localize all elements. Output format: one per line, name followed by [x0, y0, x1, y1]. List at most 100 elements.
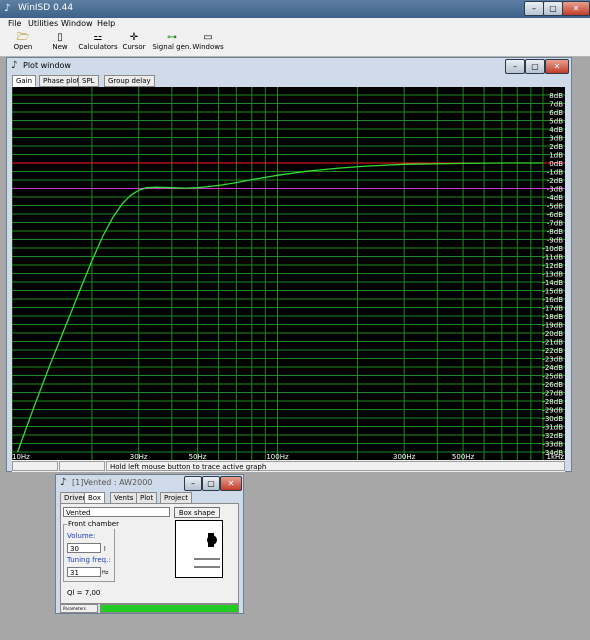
y-tick-label: -13dB — [542, 271, 563, 279]
status-message: Hold left mouse button to trace active g… — [106, 461, 565, 471]
minimize-button[interactable]: – — [524, 1, 544, 16]
tuning-freq-label: Tuning freq.: — [67, 556, 111, 564]
plot-window-title: Plot window — [23, 61, 71, 70]
y-tick-label: -23dB — [542, 356, 563, 364]
y-tick-label: -16dB — [542, 296, 563, 304]
box-preview — [175, 520, 223, 578]
new-button[interactable]: ▯ New — [40, 32, 80, 52]
parameters-status: Parameters — [60, 604, 98, 613]
new-label: New — [52, 43, 68, 51]
tuning-freq-unit: Hz — [102, 570, 109, 576]
windows-label: Windows — [192, 43, 224, 51]
tab-gain[interactable]: Gain — [12, 75, 37, 87]
menu-file[interactable]: File — [8, 19, 21, 28]
vented-close-button[interactable]: ✕ — [220, 476, 242, 491]
folder-open-icon: 🗁 — [16, 32, 30, 43]
tab-phase-plot[interactable]: Phase plot — [39, 75, 84, 87]
plot-window: ♪ Plot window – ▢ ✕ Gain Phase plot SPL … — [6, 57, 572, 472]
box-tab-panel: Vented Box shape Front chamber Volume: 3… — [60, 503, 239, 604]
y-tick-label: -8dB — [547, 228, 563, 236]
open-button[interactable]: 🗁 Open — [3, 32, 43, 52]
signal-gen-button[interactable]: ⊶ Signal gen. — [151, 32, 193, 52]
calculators-label: Calculators — [78, 43, 118, 51]
gain-chart[interactable]: 8dB7dB6dB5dB4dB3dB2dB1dB0dB-1dB-2dB-3dB-… — [11, 87, 565, 461]
vented-window-titlebar: ♪ [1]Vented : AW2000 – ▢ ✕ — [56, 475, 243, 491]
tab-group-delay[interactable]: Group delay — [104, 75, 155, 87]
vented-window-icon: ♪ — [60, 477, 67, 488]
vented-maximize-button[interactable]: ▢ — [202, 476, 220, 491]
menu-utilities[interactable]: Utilities — [28, 19, 58, 28]
y-tick-label: -22dB — [542, 347, 563, 355]
y-tick-label: -17dB — [542, 305, 563, 313]
y-tick-label: -30dB — [542, 415, 563, 423]
y-tick-label: 2dB — [549, 143, 563, 151]
menu-bar: File Utilities Window Help — [0, 18, 590, 30]
menu-window[interactable]: Window — [61, 19, 93, 28]
y-tick-label: 7dB — [549, 101, 563, 109]
windows-icon: ▭ — [203, 32, 213, 43]
y-tick-label: 5dB — [549, 118, 563, 126]
maximize-button[interactable]: ▢ — [543, 1, 563, 16]
plot-minimize-button[interactable]: – — [505, 59, 525, 74]
y-tick-label: -3dB — [547, 186, 563, 194]
vented-status-bar: Parameters — [60, 604, 239, 613]
y-tick-label: -28dB — [542, 398, 563, 406]
y-tick-label: -2dB — [547, 177, 563, 185]
tuning-freq-input[interactable]: 31 — [67, 567, 101, 577]
signal-gen-label: Signal gen. — [152, 43, 192, 51]
windows-button[interactable]: ▭ Windows — [188, 32, 228, 52]
plot-maximize-button[interactable]: ▢ — [525, 59, 545, 74]
y-tick-label: -5dB — [547, 203, 563, 211]
y-tick-label: -19dB — [542, 322, 563, 330]
plot-window-titlebar: ♪ Plot window – ▢ ✕ — [7, 58, 571, 74]
crosshair-icon: ✛ — [129, 32, 139, 43]
y-tick-label: -32dB — [542, 432, 563, 440]
app-titlebar: ♪ WinISD 0.44 – ▢ ✕ — [0, 0, 590, 18]
y-tick-label: 1dB — [549, 152, 563, 160]
ql-readout: Ql = 7,00 — [67, 589, 101, 597]
plot-close-button[interactable]: ✕ — [545, 59, 569, 74]
box-shape-button[interactable]: Box shape — [174, 507, 220, 518]
app-icon: ♪ — [4, 3, 11, 14]
y-tick-label: -9dB — [547, 237, 563, 245]
calculators-button[interactable]: ⚍ Calculators — [77, 32, 119, 52]
y-tick-label: -7dB — [547, 220, 563, 228]
vented-box-window: ♪ [1]Vented : AW2000 – ▢ ✕ Driver Box Ve… — [55, 474, 244, 614]
y-tick-label: -11dB — [542, 254, 563, 262]
y-tick-label: -1dB — [547, 169, 563, 177]
y-tick-label: -21dB — [542, 339, 563, 347]
box-type-field[interactable]: Vented — [63, 507, 170, 517]
cursor-button[interactable]: ✛ Cursor — [114, 32, 154, 52]
y-tick-label: -25dB — [542, 373, 563, 381]
vented-minimize-button[interactable]: – — [184, 476, 202, 491]
open-label: Open — [13, 43, 33, 51]
menu-help[interactable]: Help — [97, 19, 115, 28]
box-preview-drawing — [194, 533, 220, 568]
y-tick-label: -10dB — [542, 245, 563, 253]
progress-bar — [100, 604, 239, 613]
y-tick-label: -31dB — [542, 424, 563, 432]
driver-cone — [207, 535, 217, 545]
y-tick-label: 0dB — [549, 160, 563, 168]
toolbar: 🗁 Open ▯ New ⚍ Calculators ✛ Cursor ⊶ Si… — [0, 30, 590, 57]
tab-spl[interactable]: SPL — [78, 75, 99, 87]
front-chamber-label: Front chamber — [67, 520, 120, 529]
volume-input[interactable]: 30 — [67, 543, 101, 553]
y-tick-label: -26dB — [542, 381, 563, 389]
status-cell-1 — [12, 461, 58, 471]
y-tick-label: -33dB — [542, 441, 563, 449]
y-tick-label: -29dB — [542, 407, 563, 415]
plot-window-icon: ♪ — [11, 60, 18, 71]
y-tick-label: -4dB — [547, 194, 563, 202]
y-tick-label: 3dB — [549, 135, 563, 143]
y-tick-label: -6dB — [547, 211, 563, 219]
volume-label: Volume: — [67, 532, 96, 540]
y-tick-label: 4dB — [549, 126, 563, 134]
gain-plot[interactable]: 8dB 7dB 6dB 5dB 4dB 3dB 2dB 1dB 0dB -1dB -2dB -3dB -… — [11, 87, 565, 461]
close-button[interactable]: ✕ — [562, 1, 590, 16]
y-tick-label: -18dB — [542, 313, 563, 321]
y-tick-label: -15dB — [542, 288, 563, 296]
y-tick-label: -24dB — [542, 364, 563, 372]
signal-generator-icon: ⊶ — [167, 32, 177, 43]
cursor-label: Cursor — [122, 43, 146, 51]
